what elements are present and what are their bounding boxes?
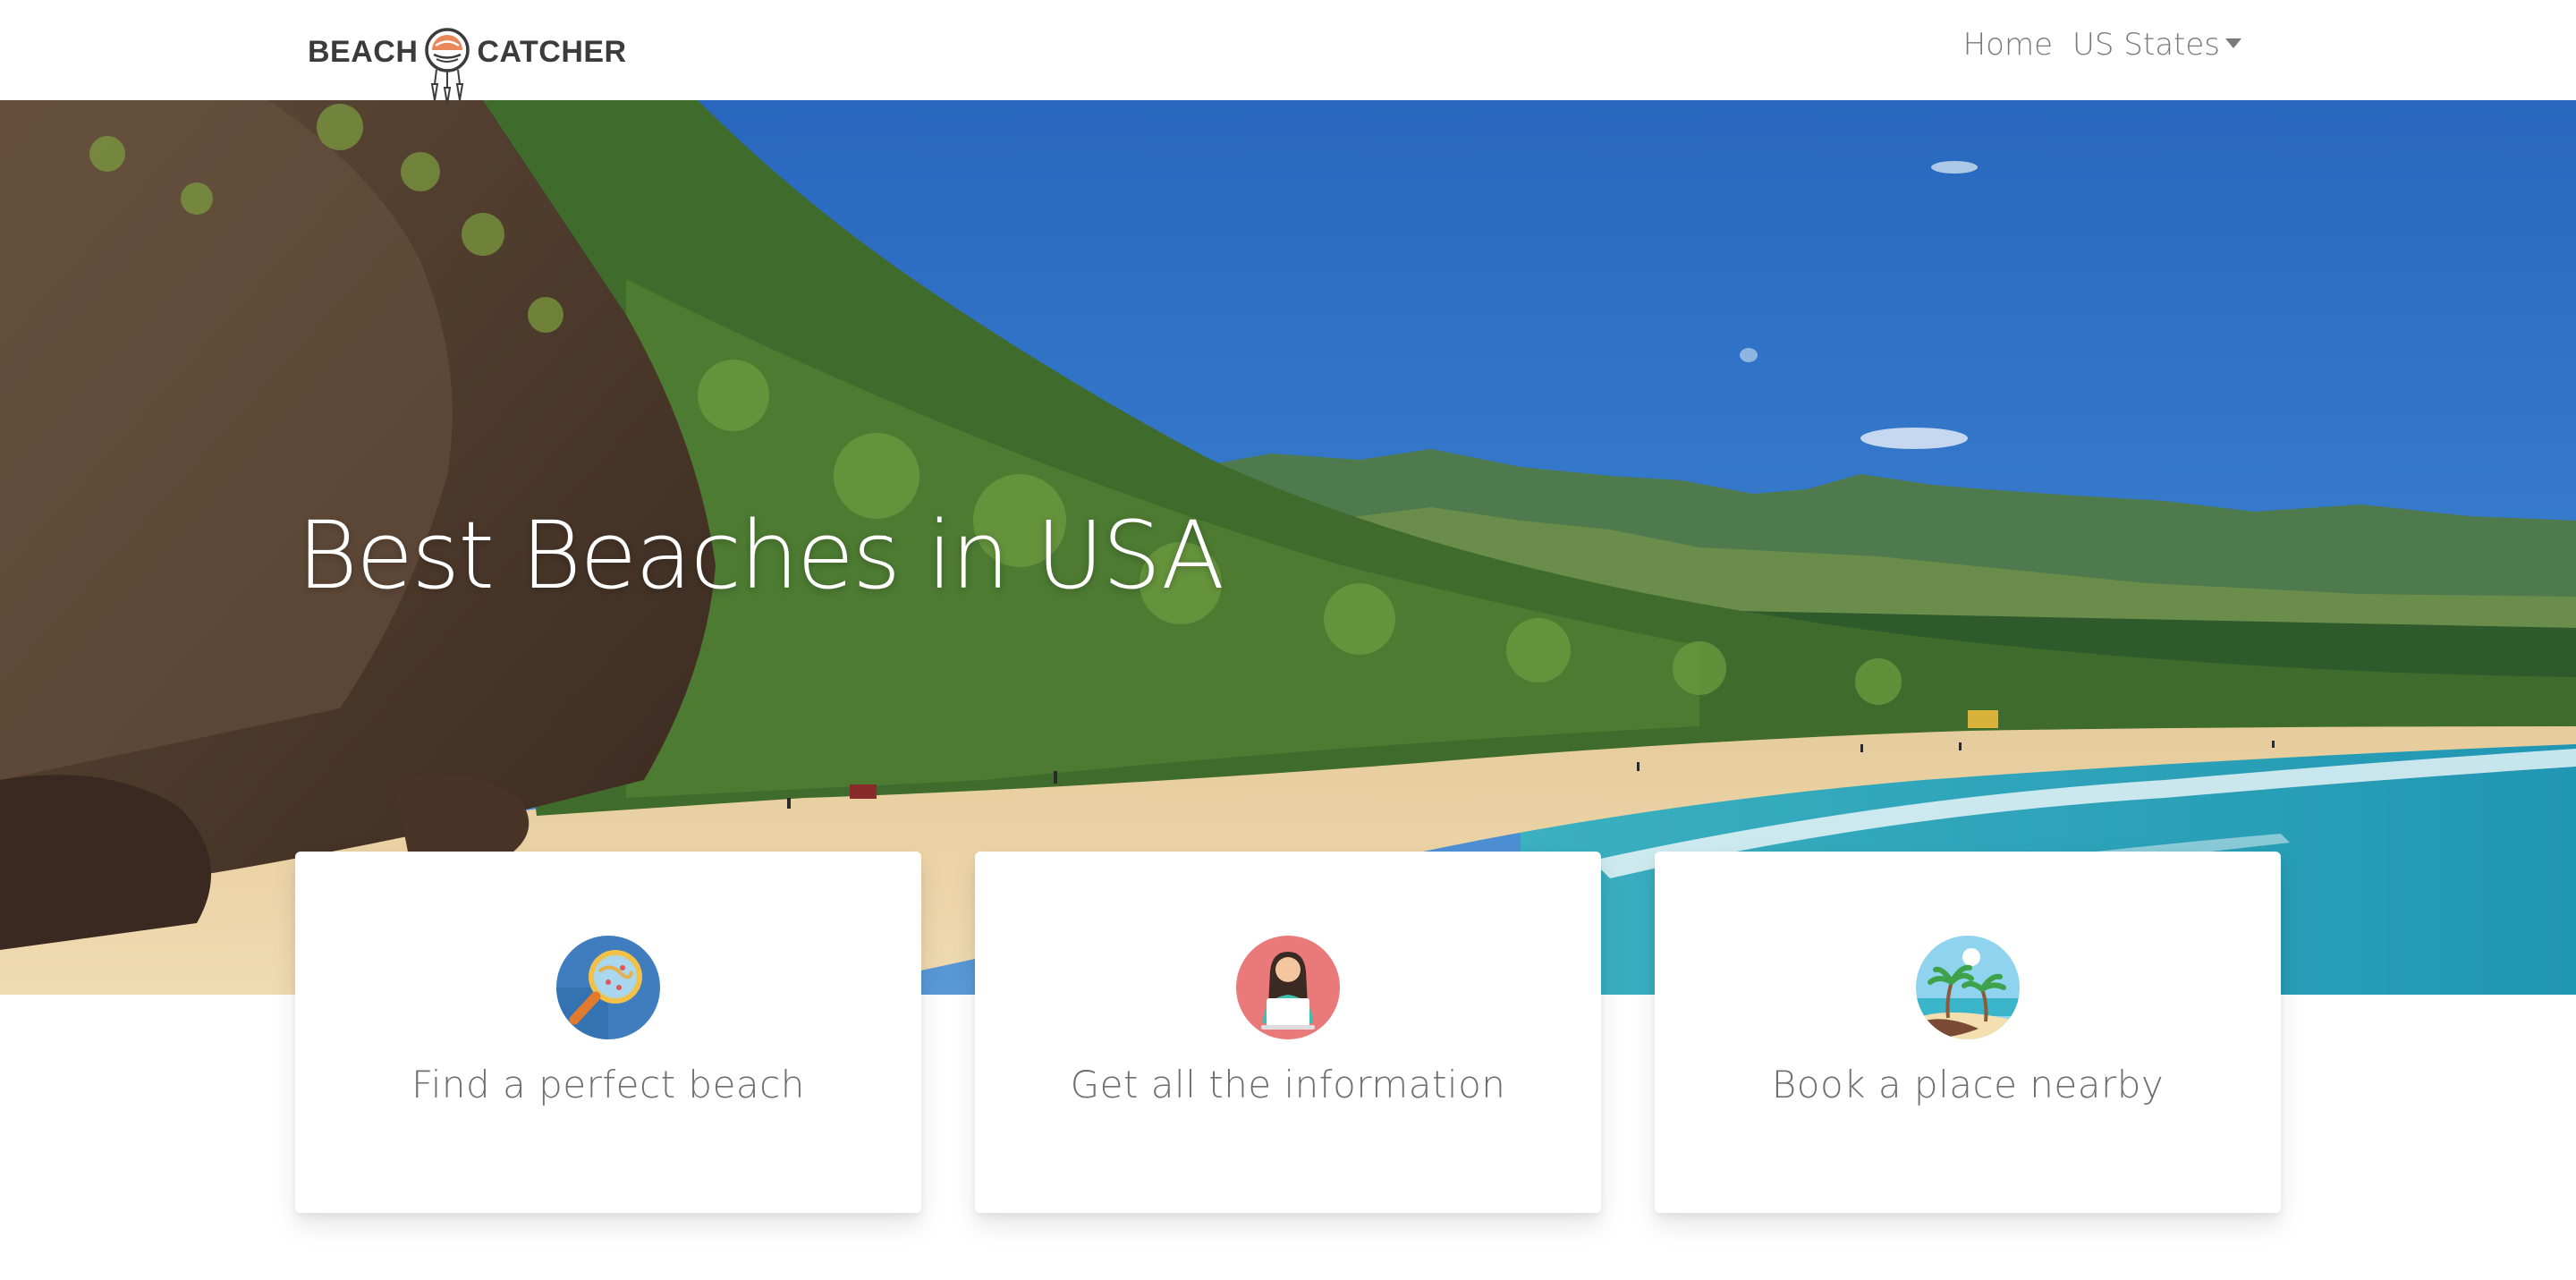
magnifier-map-icon bbox=[556, 936, 660, 1039]
nav-dropdown-label: US States bbox=[2072, 27, 2220, 63]
feature-card-information[interactable]: Get all the information bbox=[975, 852, 1601, 1213]
hero-title: Best Beaches in USA bbox=[297, 501, 1224, 610]
feature-card-label: Get all the information bbox=[1070, 1063, 1506, 1106]
feature-card-label: Book a place nearby bbox=[1771, 1063, 2165, 1106]
feature-card-book-place[interactable]: Book a place nearby bbox=[1655, 852, 2281, 1213]
brand-word-beach: BEACH bbox=[308, 35, 419, 69]
dreamcatcher-sun-icon bbox=[425, 28, 470, 104]
brand-logo-link[interactable]: BEACH CATCHER bbox=[308, 25, 627, 106]
palm-island-icon bbox=[1916, 936, 2020, 1039]
feature-card-label: Find a perfect beach bbox=[411, 1063, 805, 1106]
brand-word-catcher: CATCHER bbox=[477, 35, 627, 69]
woman-laptop-icon bbox=[1236, 936, 1340, 1039]
caret-down-icon bbox=[2225, 38, 2241, 48]
feature-card-find-beach[interactable]: Find a perfect beach bbox=[295, 852, 921, 1213]
nav-dropdown-us-states[interactable]: US States bbox=[2072, 27, 2241, 63]
nav-link-home[interactable]: Home bbox=[1963, 27, 2053, 63]
main-nav: Home US States bbox=[1963, 27, 2241, 63]
top-navbar: BEACH CATCHER Home US States bbox=[0, 0, 2576, 104]
